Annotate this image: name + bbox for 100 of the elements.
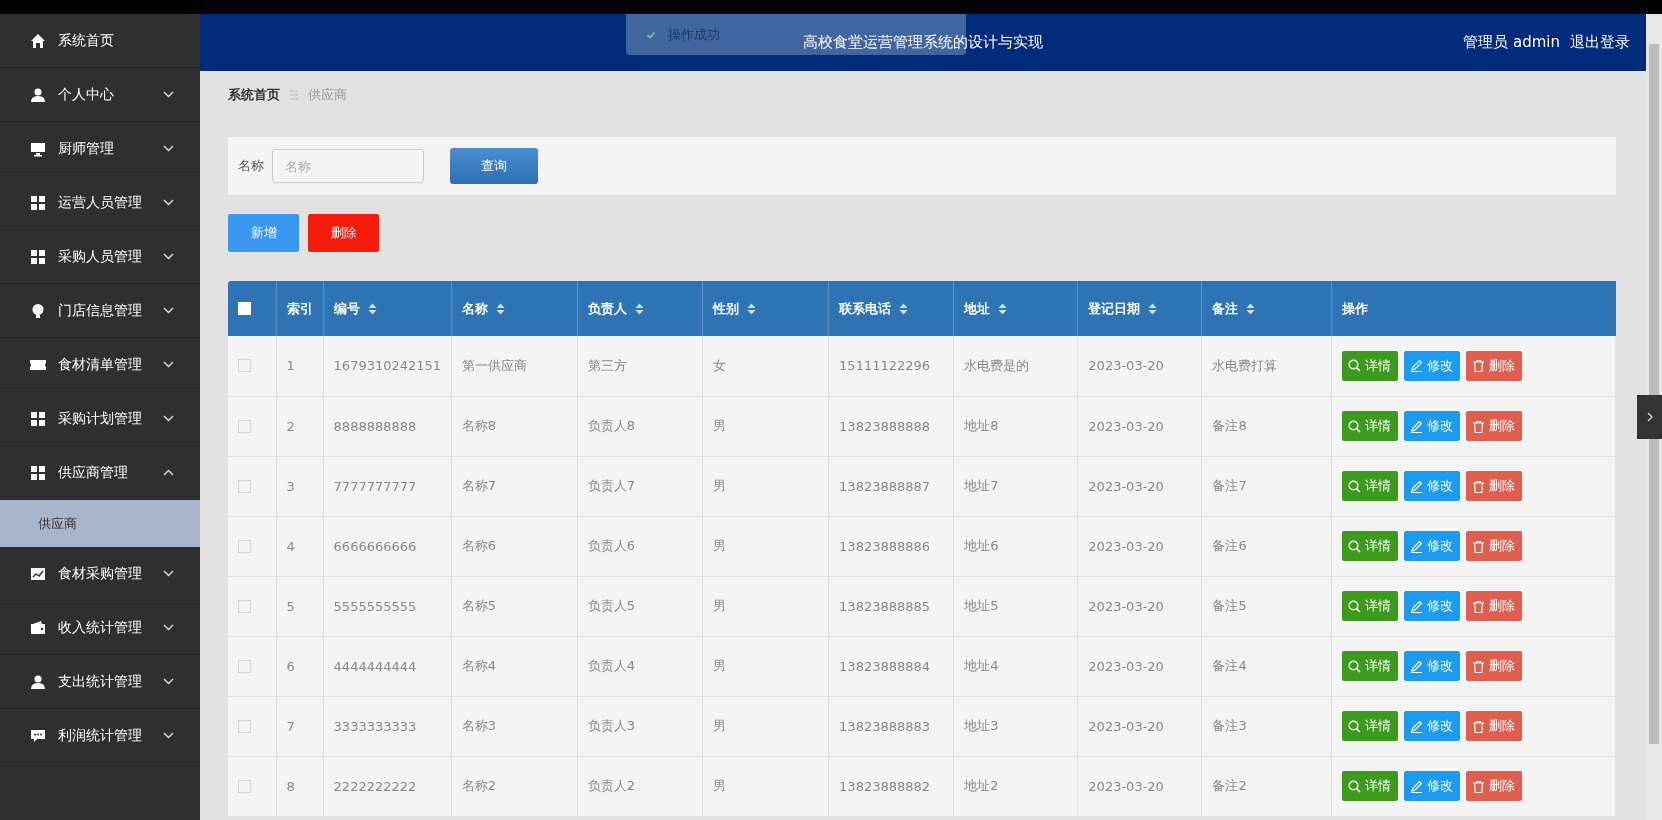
delete-button[interactable]: 删除 bbox=[308, 214, 379, 252]
grid-icon bbox=[30, 248, 46, 265]
table-cell: 男 bbox=[712, 538, 726, 553]
edit-button[interactable]: 修改 bbox=[1403, 531, 1460, 561]
table-cell: 2023-03-20 bbox=[1088, 778, 1164, 794]
details-button[interactable]: 详情 bbox=[1341, 711, 1398, 741]
column-header: 索引 bbox=[286, 299, 313, 318]
edit-button[interactable]: 修改 bbox=[1403, 350, 1460, 381]
edit-button[interactable]: 修改 bbox=[1403, 771, 1460, 801]
details-button[interactable]: 详情 bbox=[1341, 411, 1398, 441]
column-header[interactable]: 登记日期 bbox=[1088, 299, 1141, 318]
column-header[interactable]: 地址 bbox=[964, 299, 991, 318]
add-button[interactable]: 新增 bbox=[228, 214, 299, 252]
delete-button[interactable]: 删除 bbox=[1465, 531, 1522, 561]
edit-button[interactable]: 修改 bbox=[1403, 591, 1460, 621]
row-checkbox[interactable] bbox=[238, 779, 251, 793]
pencil-icon bbox=[1410, 539, 1424, 553]
table-cell: 2222222222 bbox=[333, 778, 417, 794]
row-checkbox[interactable] bbox=[238, 479, 251, 493]
delete-button[interactable]: 删除 bbox=[1465, 651, 1522, 681]
table-cell: 负责人5 bbox=[587, 598, 636, 613]
trash-icon bbox=[1472, 779, 1486, 793]
row-checkbox[interactable] bbox=[238, 719, 251, 733]
edit-button[interactable]: 修改 bbox=[1403, 651, 1460, 681]
table-cell: 2023-03-20 bbox=[1088, 538, 1164, 554]
table-cell: 备注7 bbox=[1212, 478, 1247, 493]
details-button[interactable]: 详情 bbox=[1341, 591, 1398, 621]
table-cell: 第三方 bbox=[587, 357, 627, 373]
delete-button[interactable]: 删除 bbox=[1465, 591, 1522, 621]
details-button[interactable]: 详情 bbox=[1341, 531, 1398, 561]
table-cell: 备注3 bbox=[1212, 718, 1247, 733]
chat-icon bbox=[30, 727, 46, 744]
row-checkbox[interactable] bbox=[238, 359, 251, 373]
sort-icon bbox=[899, 302, 909, 315]
column-header[interactable]: 性别 bbox=[712, 299, 739, 318]
trash-icon bbox=[1472, 599, 1486, 613]
delete-button[interactable]: 删除 bbox=[1465, 771, 1522, 801]
search-icon bbox=[1348, 779, 1362, 793]
table-cell: 水电费是的 bbox=[964, 357, 1030, 373]
sort-icon bbox=[998, 302, 1008, 315]
table-cell: 2023-03-20 bbox=[1088, 358, 1164, 374]
table-cell: 4 bbox=[286, 538, 295, 554]
table-cell: 13823888888 bbox=[839, 418, 931, 434]
details-button[interactable]: 详情 bbox=[1341, 471, 1398, 501]
table-cell: 地址5 bbox=[964, 598, 999, 613]
table-cell: 2023-03-20 bbox=[1088, 418, 1164, 434]
monitor-icon bbox=[30, 140, 46, 157]
column-header[interactable]: 名称 bbox=[461, 299, 488, 318]
pencil-icon bbox=[1410, 659, 1424, 673]
breadcrumb-link[interactable]: 系统首页 bbox=[228, 86, 280, 104]
table-cell: 2023-03-20 bbox=[1088, 658, 1164, 674]
column-header[interactable]: 负责人 bbox=[587, 299, 627, 318]
table-cell: 8 bbox=[286, 778, 295, 794]
table-cell: 负责人3 bbox=[587, 718, 636, 733]
grid-icon bbox=[30, 410, 46, 427]
search-button[interactable]: 查询 bbox=[450, 148, 538, 184]
delete-button[interactable]: 删除 bbox=[1465, 471, 1522, 501]
delete-button[interactable]: 删除 bbox=[1465, 350, 1522, 381]
table-cell: 名称7 bbox=[461, 478, 496, 493]
home-icon bbox=[30, 32, 46, 49]
table-cell: 地址2 bbox=[964, 778, 999, 793]
search-field[interactable]: 名称 bbox=[272, 149, 424, 183]
trash-icon bbox=[1472, 479, 1486, 493]
delete-button[interactable]: 删除 bbox=[1465, 711, 1522, 741]
edit-button[interactable]: 修改 bbox=[1403, 471, 1460, 501]
sort-icon bbox=[746, 302, 756, 315]
chevron-right-icon bbox=[1646, 412, 1653, 422]
table-cell: 负责人2 bbox=[587, 778, 636, 793]
row-checkbox[interactable] bbox=[238, 539, 251, 553]
details-button[interactable]: 详情 bbox=[1341, 651, 1398, 681]
row-checkbox[interactable] bbox=[238, 659, 251, 673]
table-cell: 备注6 bbox=[1212, 538, 1247, 553]
logout-link[interactable]: 退出登录 bbox=[1570, 33, 1630, 52]
select-all-checkbox[interactable] bbox=[238, 302, 251, 315]
table-cell: 负责人4 bbox=[587, 658, 636, 673]
sidebar-subitem[interactable]: 供应商 bbox=[0, 500, 200, 547]
column-header[interactable]: 编号 bbox=[333, 299, 360, 318]
delete-button[interactable]: 删除 bbox=[1465, 411, 1522, 441]
details-button[interactable]: 详情 bbox=[1341, 771, 1398, 801]
details-button[interactable]: 详情 bbox=[1341, 350, 1398, 381]
table-cell: 地址8 bbox=[964, 418, 999, 433]
trash-icon bbox=[1472, 359, 1486, 373]
edit-button[interactable]: 修改 bbox=[1403, 711, 1460, 741]
table-cell: 5 bbox=[286, 598, 295, 614]
grid-icon bbox=[30, 194, 46, 211]
table-cell: 负责人8 bbox=[587, 418, 636, 433]
table-cell: 男 bbox=[712, 718, 726, 733]
table-cell: 3 bbox=[286, 478, 295, 494]
table-cell: 2023-03-20 bbox=[1088, 478, 1164, 494]
column-header[interactable]: 联系电话 bbox=[839, 299, 892, 318]
sort-icon bbox=[1246, 302, 1256, 315]
scrollbar-thumb[interactable] bbox=[1649, 44, 1659, 744]
breadcrumb-current: 供应商 bbox=[308, 86, 347, 104]
side-toggle[interactable] bbox=[1637, 395, 1662, 439]
column-header[interactable]: 备注 bbox=[1212, 299, 1239, 318]
row-checkbox[interactable] bbox=[238, 419, 251, 433]
table-cell: 男 bbox=[712, 598, 726, 613]
edit-button[interactable]: 修改 bbox=[1403, 411, 1460, 441]
row-checkbox[interactable] bbox=[238, 599, 251, 613]
table-cell: 6 bbox=[286, 658, 295, 674]
